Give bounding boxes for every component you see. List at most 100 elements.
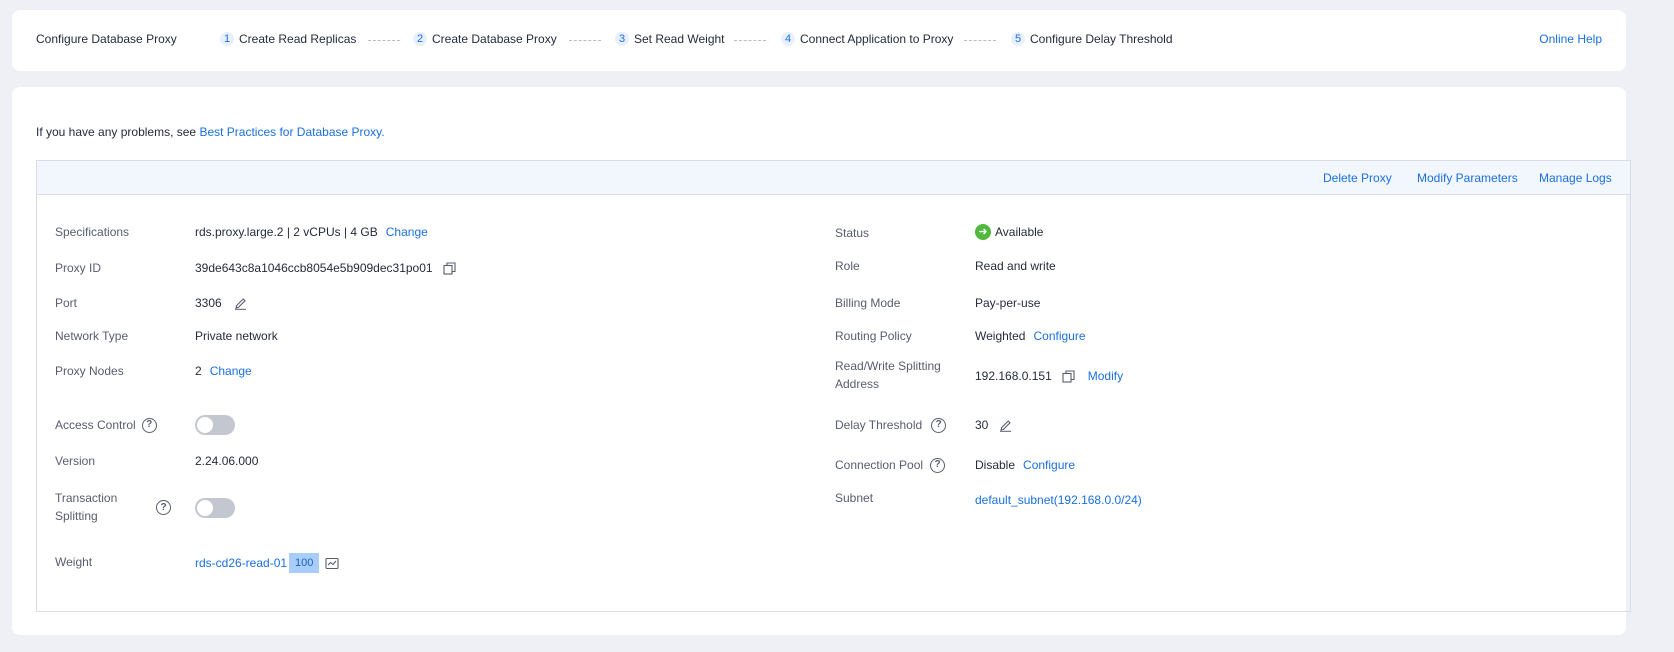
wizard-title: Configure Database Proxy — [36, 32, 177, 46]
modify-address-link[interactable]: Modify — [1088, 367, 1123, 385]
role-text: Read and write — [975, 259, 1056, 273]
help-icon[interactable]: ? — [156, 500, 171, 515]
step-connector — [569, 40, 601, 41]
proxy-id-text: 39de643c8a1046ccb8054e5b909dec31po01 — [195, 261, 433, 275]
delay-threshold-value: 30 — [975, 416, 1012, 434]
change-nodes-link[interactable]: Change — [210, 362, 252, 380]
access-control-label: Access Control — [55, 418, 136, 432]
rw-splitting-label-1: Read/Write Splitting — [835, 359, 941, 373]
transaction-splitting-toggle[interactable] — [195, 498, 235, 518]
step-connector — [734, 40, 766, 41]
online-help-link[interactable]: Online Help — [1539, 32, 1602, 46]
tip-message: If you have any problems, see — [36, 125, 200, 139]
network-type-label: Network Type — [55, 329, 129, 343]
configure-routing-link[interactable]: Configure — [1033, 327, 1085, 345]
step-connector — [964, 40, 996, 41]
edit-icon[interactable] — [234, 296, 248, 310]
subnet-label: Subnet — [835, 491, 874, 505]
delay-threshold-label-row: Delay Threshold ? — [835, 416, 947, 434]
port-label: Port — [55, 296, 78, 310]
network-type-value: Private network — [195, 327, 278, 345]
read-replica-link[interactable]: rds-cd26-read-01 — [195, 554, 287, 572]
rw-splitting-value: 192.168.0.151 Modify — [975, 367, 1123, 385]
version-label: Version — [55, 454, 96, 468]
rw-splitting-label-2: Address — [835, 377, 880, 391]
access-control-label-row: Access Control ? — [55, 416, 157, 434]
status-label: Status — [835, 226, 870, 240]
delay-threshold-text: 30 — [975, 418, 989, 432]
delete-proxy-button[interactable]: Delete Proxy — [1323, 171, 1392, 185]
status-value: ➜ Available — [975, 223, 1043, 241]
billing-mode-text: Pay-per-use — [975, 296, 1041, 310]
connection-pool-label-row: Connection Pool ? — [835, 456, 946, 474]
port-value: 3306 — [195, 294, 248, 312]
status-text: Available — [995, 225, 1044, 239]
proxy-nodes-label: Proxy Nodes — [55, 364, 124, 378]
step-5[interactable]: 5 Configure Delay Threshold — [1011, 32, 1173, 46]
configure-pool-link[interactable]: Configure — [1023, 456, 1075, 474]
connection-pool-label: Connection Pool — [835, 458, 924, 472]
help-icon[interactable]: ? — [931, 417, 947, 433]
access-control-toggle[interactable] — [195, 415, 235, 435]
step-number: 1 — [220, 32, 234, 46]
weight-label: Weight — [55, 555, 93, 569]
version-text: 2.24.06.000 — [195, 454, 259, 468]
subnet-value: default_subnet(192.168.0.0/24) — [975, 491, 1142, 509]
step-1[interactable]: 1 Create Read Replicas — [220, 32, 356, 46]
help-icon[interactable]: ? — [141, 417, 157, 433]
step-label: Create Read Replicas — [239, 32, 357, 46]
specifications-text: rds.proxy.large.2 | 2 vCPUs | 4 GB — [195, 225, 378, 239]
step-3[interactable]: 3 Set Read Weight — [615, 32, 725, 46]
proxy-info-panel: Delete Proxy Modify Parameters Manage Lo… — [36, 160, 1631, 612]
routing-policy-value: Weighted Configure — [975, 327, 1086, 345]
step-number: 4 — [781, 32, 795, 46]
role-label: Role — [835, 259, 860, 273]
proxy-detail-card: If you have any problems, see Best Pract… — [12, 87, 1631, 635]
specifications-value: rds.proxy.large.2 | 2 vCPUs | 4 GB Chang… — [195, 223, 428, 241]
billing-mode-value: Pay-per-use — [975, 294, 1040, 312]
transaction-splitting-label-2: Splitting — [55, 509, 98, 523]
weight-badge: 100 — [289, 553, 320, 573]
subnet-link[interactable]: default_subnet(192.168.0.0/24) — [975, 491, 1142, 509]
connection-pool-text: Disable — [975, 458, 1016, 472]
copy-icon[interactable] — [443, 261, 457, 275]
manage-logs-button[interactable]: Manage Logs — [1539, 171, 1612, 185]
proxy-nodes-value: 2 Change — [195, 362, 252, 380]
routing-policy-label: Routing Policy — [835, 329, 912, 343]
network-type-text: Private network — [195, 329, 278, 343]
wizard-step-bar: Configure Database Proxy 1 Create Read R… — [12, 10, 1626, 71]
help-icon[interactable]: ? — [930, 457, 946, 473]
modify-parameters-button[interactable]: Modify Parameters — [1417, 171, 1518, 185]
proxy-id-label: Proxy ID — [55, 261, 102, 275]
role-value: Read and write — [975, 257, 1056, 275]
weight-value: rds-cd26-read-01 100 — [195, 553, 339, 573]
best-practices-link[interactable]: Best Practices for Database Proxy. — [199, 125, 384, 139]
billing-mode-label: Billing Mode — [835, 296, 901, 310]
proxy-id-value: 39de643c8a1046ccb8054e5b909dec31po01 — [195, 259, 457, 277]
step-number: 2 — [413, 32, 427, 46]
step-number: 5 — [1011, 32, 1025, 46]
panel-header: Delete Proxy Modify Parameters Manage Lo… — [37, 161, 1630, 195]
proxy-nodes-text: 2 — [195, 364, 202, 378]
step-label: Create Database Proxy — [432, 32, 557, 46]
copy-icon[interactable] — [1062, 369, 1076, 383]
routing-policy-text: Weighted — [975, 329, 1026, 343]
check-circle-icon: ➜ — [975, 224, 991, 240]
section-divider — [55, 611, 1610, 612]
step-label: Set Read Weight — [634, 32, 725, 46]
connection-pool-value: Disable Configure — [975, 456, 1075, 474]
step-label: Configure Delay Threshold — [1030, 32, 1173, 46]
step-connector — [368, 40, 400, 41]
port-text: 3306 — [195, 296, 222, 310]
edit-icon[interactable] — [998, 418, 1012, 432]
transaction-splitting-label-1: Transaction — [55, 491, 118, 505]
change-spec-link[interactable]: Change — [386, 223, 428, 241]
step-4[interactable]: 4 Connect Application to Proxy — [781, 32, 953, 46]
specifications-label: Specifications — [55, 225, 130, 239]
tip-text: If you have any problems, see Best Pract… — [36, 125, 385, 139]
rw-splitting-address: 192.168.0.151 — [975, 369, 1052, 383]
monitor-chart-icon[interactable] — [325, 556, 339, 570]
step-label: Connect Application to Proxy — [800, 32, 954, 46]
step-number: 3 — [615, 32, 629, 46]
step-2[interactable]: 2 Create Database Proxy — [413, 32, 557, 46]
